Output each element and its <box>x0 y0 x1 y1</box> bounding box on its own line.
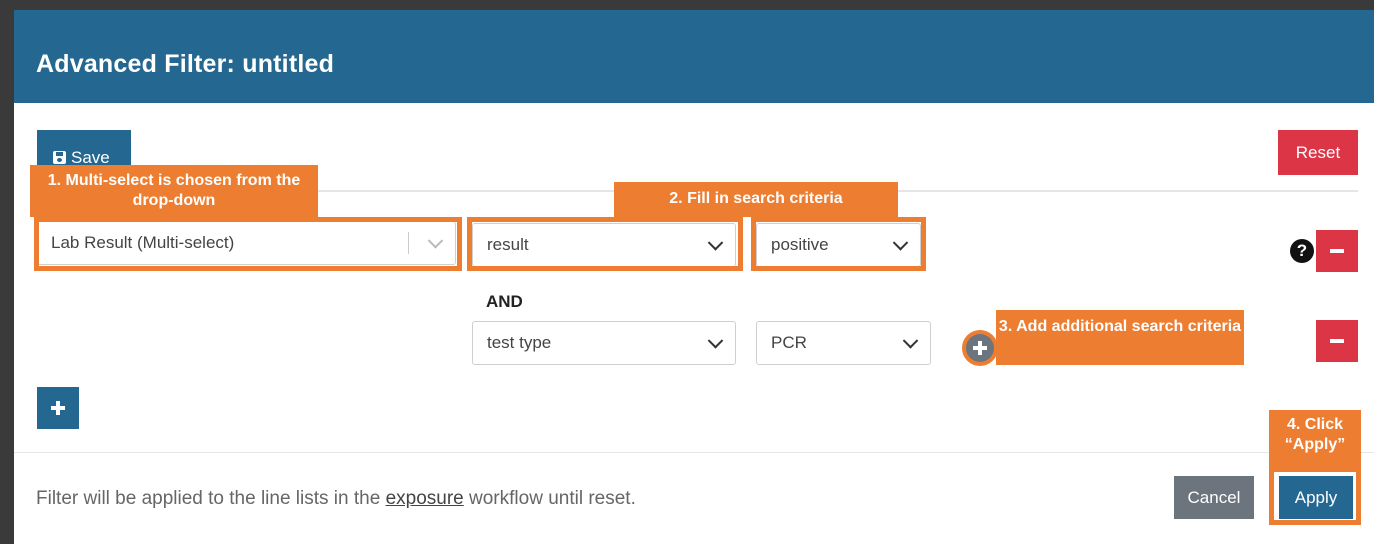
modal-title: Advanced Filter: untitled <box>36 50 335 78</box>
question-circle-icon[interactable]: ? <box>1290 239 1314 263</box>
criteria-value-2: PCR <box>771 333 807 352</box>
annotation-step4: 4. Click “Apply” <box>1269 410 1361 468</box>
chevron-down-icon <box>902 333 919 349</box>
footer-divider <box>14 452 1374 453</box>
workflow-link[interactable]: exposure <box>386 488 464 509</box>
footer-text-after: workflow until reset. <box>463 488 636 509</box>
footer-text-before: Filter will be applied to the line lists… <box>36 488 386 509</box>
annotation-step2: 2. Fill in search criteria <box>614 182 898 217</box>
advanced-filter-modal: Advanced Filter: untitled Save Reset Lab… <box>14 10 1374 544</box>
annotation-box-field-select <box>34 217 462 271</box>
criteria-field-value-2: test type <box>487 333 552 352</box>
chevron-down-icon <box>707 333 724 349</box>
plus-circle-icon <box>966 334 994 362</box>
add-criteria-button[interactable] <box>962 330 998 366</box>
save-icon <box>53 151 66 164</box>
footer-message: Filter will be applied to the line lists… <box>36 488 636 510</box>
criteria-field-select-2[interactable]: test type <box>472 321 736 365</box>
annotation-step3: 3. Add additional search criteria <box>996 310 1244 365</box>
modal-header: Advanced Filter: untitled <box>14 10 1374 103</box>
remove-filter-button[interactable] <box>1316 230 1358 272</box>
annotation-box-criteria-value <box>751 217 926 271</box>
add-filter-button[interactable] <box>37 387 79 429</box>
annotation-box-apply <box>1269 467 1361 525</box>
reset-button[interactable]: Reset <box>1278 130 1358 175</box>
criteria-value-select-2[interactable]: PCR <box>756 321 931 365</box>
and-label: AND <box>486 292 523 311</box>
annotation-box-criteria-field <box>467 217 743 271</box>
remove-criteria-button[interactable] <box>1316 320 1358 362</box>
cancel-button[interactable]: Cancel <box>1174 476 1254 519</box>
annotation-step1: 1. Multi-select is chosen from the drop-… <box>30 165 318 217</box>
